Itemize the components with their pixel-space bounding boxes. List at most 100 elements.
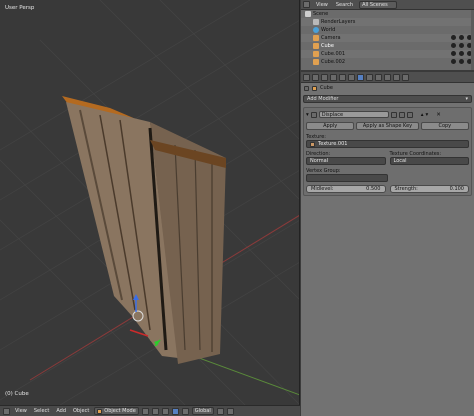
outliner-tree: Scene RenderLayers World Camera Cube Cub… bbox=[301, 10, 474, 72]
outliner-item-renderlayers[interactable]: RenderLayers bbox=[301, 18, 474, 26]
object-mode-icon bbox=[97, 408, 103, 414]
copy-button[interactable]: Copy bbox=[420, 122, 469, 130]
move-down-icon[interactable]: ▾ bbox=[426, 112, 429, 118]
strength-field[interactable]: Strength: 0.100 bbox=[389, 185, 469, 193]
outliner-item-world[interactable]: World bbox=[301, 26, 474, 34]
modifiers-tab-icon[interactable] bbox=[357, 73, 364, 81]
world-tab-icon[interactable] bbox=[330, 73, 337, 81]
transform-orientation-select[interactable]: Global bbox=[191, 407, 214, 415]
constraints-tab-icon[interactable] bbox=[348, 73, 355, 81]
vertex-group-field[interactable] bbox=[306, 174, 388, 182]
rotate-manipulator-icon[interactable] bbox=[181, 407, 189, 415]
outliner-item-label: Scene bbox=[313, 11, 329, 17]
cursor-icon[interactable] bbox=[459, 51, 464, 56]
displace-modifier-box: ▾ Displace ▴ ▾ ✕ Apply Apply as Shape Ke… bbox=[303, 107, 472, 196]
data-tab-icon[interactable] bbox=[366, 73, 373, 81]
add-modifier-label: Add Modifier bbox=[307, 96, 339, 102]
collapse-arrow-icon[interactable]: ▾ bbox=[306, 112, 309, 118]
outliner-item-cube-001[interactable]: Cube.001 bbox=[301, 50, 474, 58]
outliner-menu-search[interactable]: Search bbox=[334, 1, 355, 9]
outliner-item-label: Camera bbox=[321, 35, 341, 41]
midlevel-strength-row: Midlevel: 0.500 Strength: 0.100 bbox=[306, 185, 469, 193]
scene-icon bbox=[305, 11, 311, 17]
pin-icon[interactable] bbox=[304, 85, 309, 91]
mesh-object-icon bbox=[313, 43, 319, 49]
pivot-point-icon[interactable] bbox=[151, 407, 159, 415]
show-in-editmode-icon[interactable] bbox=[406, 111, 413, 118]
menu-view[interactable]: View bbox=[13, 407, 29, 415]
eye-icon[interactable] bbox=[451, 51, 456, 56]
3d-viewport[interactable]: User Persp (0) Cube bbox=[0, 0, 300, 405]
object-tab-icon[interactable] bbox=[339, 73, 346, 81]
modifier-name-field[interactable]: Displace bbox=[318, 111, 389, 118]
eye-icon[interactable] bbox=[451, 35, 456, 40]
outliner-display-select[interactable]: All Scenes bbox=[359, 0, 398, 9]
apply-as-shape-key-button[interactable]: Apply as Shape Key bbox=[356, 122, 419, 130]
layers-icon[interactable] bbox=[216, 407, 224, 415]
physics-tab-icon[interactable] bbox=[402, 73, 409, 81]
outliner-header: View Search All Scenes bbox=[301, 0, 474, 10]
show-in-viewport-icon[interactable] bbox=[398, 111, 405, 118]
properties-header bbox=[301, 72, 474, 83]
mode-label: Object Mode bbox=[104, 408, 136, 414]
outliner-editor-icon[interactable] bbox=[303, 1, 310, 8]
vertex-group-label: Vertex Group: bbox=[306, 167, 341, 174]
direction-select[interactable]: Normal bbox=[306, 157, 386, 165]
mode-selector[interactable]: Object Mode bbox=[94, 407, 139, 415]
render-tab-icon[interactable] bbox=[312, 73, 319, 81]
material-tab-icon[interactable] bbox=[375, 73, 382, 81]
visibility-toggles[interactable] bbox=[451, 59, 472, 64]
snap-icon[interactable] bbox=[226, 407, 234, 415]
texture-value: Texture.001 bbox=[318, 141, 348, 147]
apply-button-row: Apply Apply as Shape Key Copy bbox=[306, 122, 469, 130]
strength-label: Strength: bbox=[394, 186, 418, 192]
direction-coords-row: Direction: Normal Texture Coordinates: L… bbox=[306, 150, 469, 165]
midlevel-field[interactable]: Midlevel: 0.500 bbox=[306, 185, 386, 193]
outliner-item-label: RenderLayers bbox=[321, 19, 356, 25]
displace-modifier-icon bbox=[310, 111, 317, 118]
menu-add[interactable]: Add bbox=[54, 407, 68, 415]
show-in-render-icon[interactable] bbox=[390, 111, 397, 118]
cursor-icon[interactable] bbox=[459, 59, 464, 64]
editor-type-icon[interactable] bbox=[3, 407, 10, 415]
outliner-item-camera[interactable]: Camera bbox=[301, 34, 474, 42]
viewport-shading-icon[interactable] bbox=[141, 407, 149, 415]
texture-label: Texture: bbox=[306, 133, 326, 140]
texture-field[interactable]: Texture.001 bbox=[306, 140, 469, 148]
midlevel-value: 0.500 bbox=[366, 186, 381, 192]
particles-tab-icon[interactable] bbox=[393, 73, 400, 81]
outliner-item-scene[interactable]: Scene bbox=[301, 10, 474, 18]
texture-checker-icon bbox=[310, 141, 315, 147]
translate-manipulator-icon[interactable] bbox=[171, 407, 179, 415]
menu-select[interactable]: Select bbox=[32, 407, 51, 415]
wood-plank-mesh bbox=[62, 96, 226, 364]
apply-button[interactable]: Apply bbox=[306, 122, 355, 130]
visibility-toggles[interactable] bbox=[451, 51, 472, 56]
add-modifier-dropdown[interactable]: Add Modifier ▾ bbox=[303, 95, 472, 103]
outliner-item-label: Cube.002 bbox=[321, 59, 346, 65]
direction-label: Direction: bbox=[306, 150, 331, 157]
outliner-item-cube-002[interactable]: Cube.002 bbox=[301, 58, 474, 66]
properties-editor-icon[interactable] bbox=[303, 73, 310, 81]
visibility-toggles[interactable] bbox=[451, 43, 472, 48]
texture-coordinates-select[interactable]: Local bbox=[389, 157, 469, 165]
outliner-item-label: Cube bbox=[321, 43, 334, 49]
3d-view-header: View Select Add Object Object Mode Globa… bbox=[0, 405, 300, 416]
world-icon bbox=[313, 27, 319, 33]
chevron-down-icon: ▾ bbox=[465, 96, 468, 102]
cursor-icon[interactable] bbox=[459, 43, 464, 48]
close-icon[interactable]: ✕ bbox=[436, 112, 441, 118]
outliner-item-cube[interactable]: Cube bbox=[301, 42, 474, 50]
visibility-toggles[interactable] bbox=[451, 35, 472, 40]
scene-tab-icon[interactable] bbox=[321, 73, 328, 81]
eye-icon[interactable] bbox=[451, 59, 456, 64]
menu-object[interactable]: Object bbox=[71, 407, 91, 415]
texture-tab-icon[interactable] bbox=[384, 73, 391, 81]
texture-coordinates-label: Texture Coordinates: bbox=[389, 150, 442, 157]
manipulator-toggle-icon[interactable] bbox=[161, 407, 169, 415]
outliner-menu-view[interactable]: View bbox=[314, 1, 330, 9]
eye-icon[interactable] bbox=[451, 43, 456, 48]
renderlayers-icon bbox=[313, 19, 319, 25]
cursor-icon[interactable] bbox=[459, 35, 464, 40]
move-up-icon[interactable]: ▴ bbox=[421, 112, 424, 118]
